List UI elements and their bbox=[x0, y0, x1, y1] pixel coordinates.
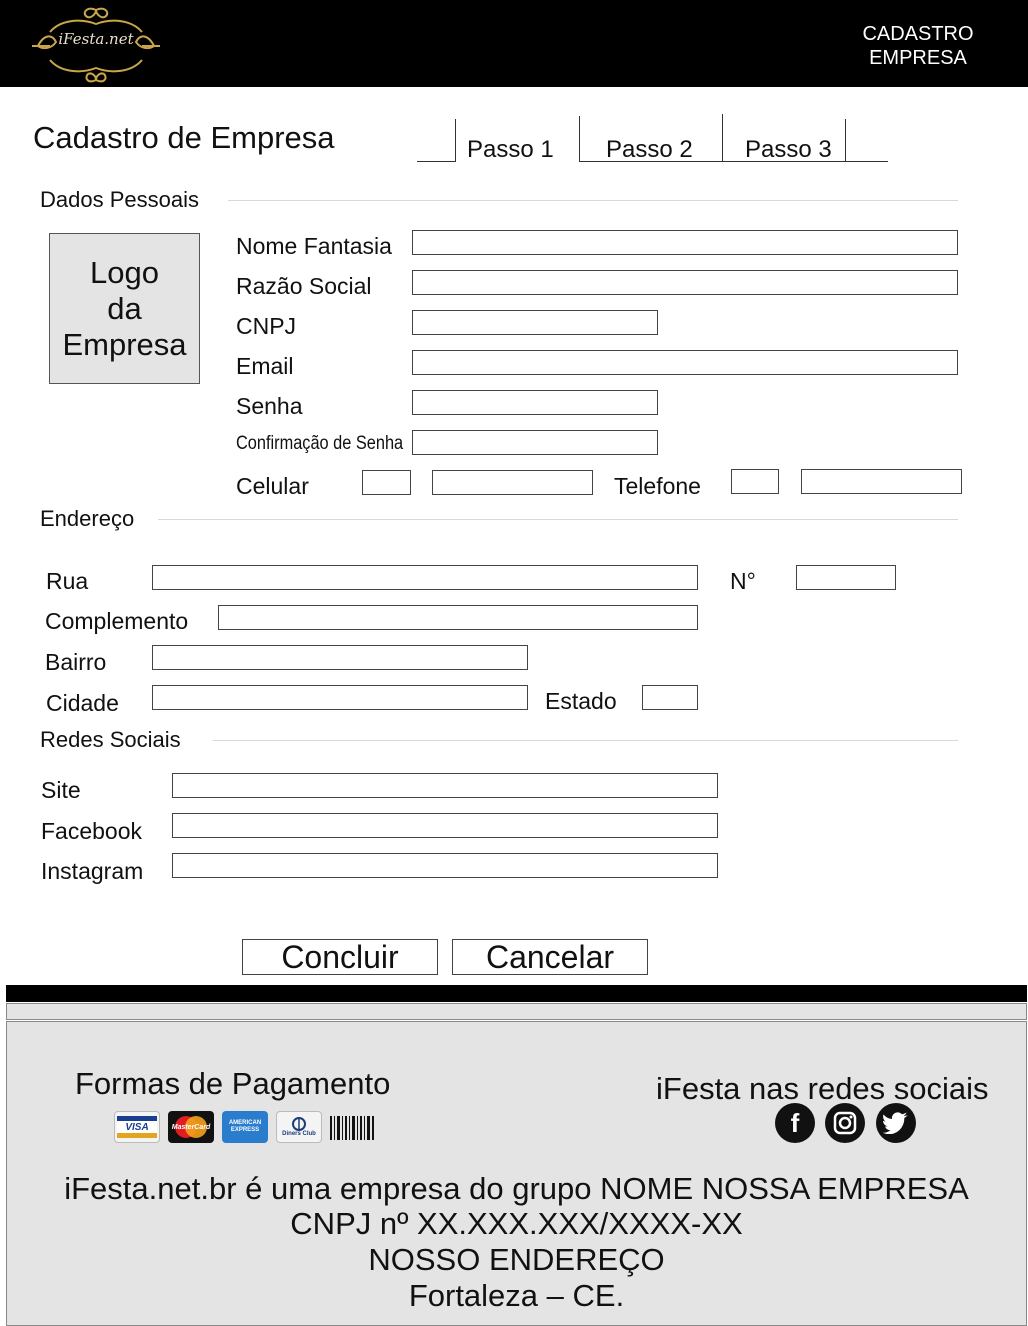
label-estado: Estado bbox=[545, 688, 617, 714]
barcode-icon bbox=[330, 1116, 374, 1140]
instagram-icon[interactable] bbox=[825, 1103, 865, 1143]
section-divider bbox=[228, 200, 958, 201]
label-confirmacao-senha: Confirmação de Senha bbox=[236, 433, 404, 454]
label-telefone: Telefone bbox=[614, 473, 701, 499]
label-complemento: Complemento bbox=[45, 608, 189, 634]
site-input[interactable] bbox=[172, 773, 718, 798]
label-cidade: Cidade bbox=[46, 690, 119, 716]
tab-passo-3[interactable]: Passo 3 bbox=[745, 136, 832, 164]
complemento-input[interactable] bbox=[218, 605, 698, 630]
instagram-input[interactable] bbox=[172, 853, 718, 878]
company-info-line1: iFesta.net.br é uma empresa do grupo NOM… bbox=[64, 1171, 969, 1206]
logo-text-line2: da bbox=[107, 290, 142, 326]
company-info-city: Fortaleza – CE. bbox=[408, 1278, 625, 1313]
payment-methods-title: Formas de Pagamento bbox=[75, 1066, 391, 1101]
footer-top-bar bbox=[6, 985, 1027, 1002]
label-email: Email bbox=[236, 353, 294, 379]
label-nome-fantasia: Nome Fantasia bbox=[236, 233, 392, 259]
label-razao-social: Razão Social bbox=[236, 273, 372, 299]
estado-input[interactable] bbox=[642, 685, 698, 710]
senha-input[interactable] bbox=[412, 390, 658, 415]
page-title: Cadastro de Empresa bbox=[33, 120, 335, 155]
company-logo-upload[interactable]: Logo da Empresa bbox=[49, 233, 200, 384]
company-info-cnpj: CNPJ nº XX.XXX.XXX/XXXX-XX bbox=[290, 1206, 743, 1241]
diners-label: Diners Club bbox=[282, 1131, 316, 1137]
section-endereco: Endereço bbox=[40, 506, 135, 531]
cancelar-button[interactable]: Cancelar bbox=[452, 939, 648, 975]
visa-label: VISA bbox=[117, 1121, 157, 1133]
mastercard-label: MasterCard bbox=[171, 1123, 211, 1131]
razao-social-input[interactable] bbox=[412, 270, 958, 295]
label-senha: Senha bbox=[236, 393, 303, 419]
numero-input[interactable] bbox=[796, 565, 896, 590]
boleto-barcode-icon bbox=[330, 1114, 374, 1142]
bairro-input[interactable] bbox=[152, 645, 528, 670]
social-networks-title: iFesta nas redes sociais bbox=[656, 1071, 989, 1106]
celular-numero-input[interactable] bbox=[432, 470, 593, 495]
label-bairro: Bairro bbox=[45, 649, 107, 675]
label-site: Site bbox=[41, 777, 81, 803]
logo-text-line3: Empresa bbox=[62, 326, 187, 362]
label-numero: N° bbox=[730, 568, 756, 594]
diners-logo-icon bbox=[292, 1117, 306, 1131]
label-instagram: Instagram bbox=[41, 858, 144, 884]
nome-fantasia-input[interactable] bbox=[412, 230, 958, 255]
telefone-ddd-input[interactable] bbox=[731, 469, 779, 494]
company-info-address: NOSSO ENDEREÇO bbox=[368, 1242, 665, 1277]
header-title-line1: CADASTRO bbox=[862, 23, 974, 45]
tab-passo-1[interactable]: Passo 1 bbox=[467, 136, 554, 164]
cidade-input[interactable] bbox=[152, 685, 528, 710]
section-redes-sociais: Redes Sociais bbox=[40, 727, 181, 752]
cnpj-input[interactable] bbox=[412, 310, 658, 335]
twitter-bird-icon bbox=[883, 1112, 908, 1134]
amex-label: AMERICAN EXPRESS bbox=[228, 1120, 262, 1133]
tab-passo-2[interactable]: Passo 2 bbox=[606, 136, 693, 164]
section-divider bbox=[158, 519, 958, 520]
header-title-line2: EMPRESA bbox=[869, 47, 967, 69]
twitter-icon[interactable] bbox=[876, 1103, 916, 1143]
concluir-button[interactable]: Concluir bbox=[242, 939, 438, 975]
celular-ddd-input[interactable] bbox=[362, 470, 411, 495]
step-divider bbox=[845, 119, 846, 161]
label-cnpj: CNPJ bbox=[236, 313, 297, 339]
footer-strip bbox=[6, 1003, 1027, 1020]
visa-card-icon: VISA bbox=[114, 1111, 160, 1143]
facebook-icon[interactable]: f bbox=[775, 1103, 815, 1143]
email-input[interactable] bbox=[412, 350, 958, 375]
label-rua: Rua bbox=[46, 568, 89, 594]
confirmacao-senha-input[interactable] bbox=[412, 430, 658, 455]
amex-card-icon: AMERICAN EXPRESS bbox=[222, 1111, 268, 1143]
header-title: CADASTRO EMPRESA bbox=[838, 22, 998, 70]
facebook-input[interactable] bbox=[172, 813, 718, 838]
step-underline bbox=[417, 161, 456, 162]
step-divider bbox=[455, 119, 456, 161]
label-celular: Celular bbox=[236, 473, 309, 499]
telefone-numero-input[interactable] bbox=[801, 469, 962, 494]
rua-input[interactable] bbox=[152, 565, 698, 590]
label-facebook: Facebook bbox=[41, 818, 143, 844]
logo-text-line1: Logo bbox=[90, 254, 159, 290]
section-dados-pessoais: Dados Pessoais bbox=[40, 187, 199, 212]
mastercard-card-icon: MasterCard bbox=[168, 1111, 214, 1143]
step-divider bbox=[579, 116, 580, 162]
section-divider bbox=[213, 740, 958, 741]
instagram-glyph-icon bbox=[833, 1111, 857, 1135]
diners-card-icon: Diners Club bbox=[276, 1111, 322, 1143]
step-divider bbox=[722, 114, 723, 161]
brand-name: iFesta.net bbox=[58, 30, 134, 48]
